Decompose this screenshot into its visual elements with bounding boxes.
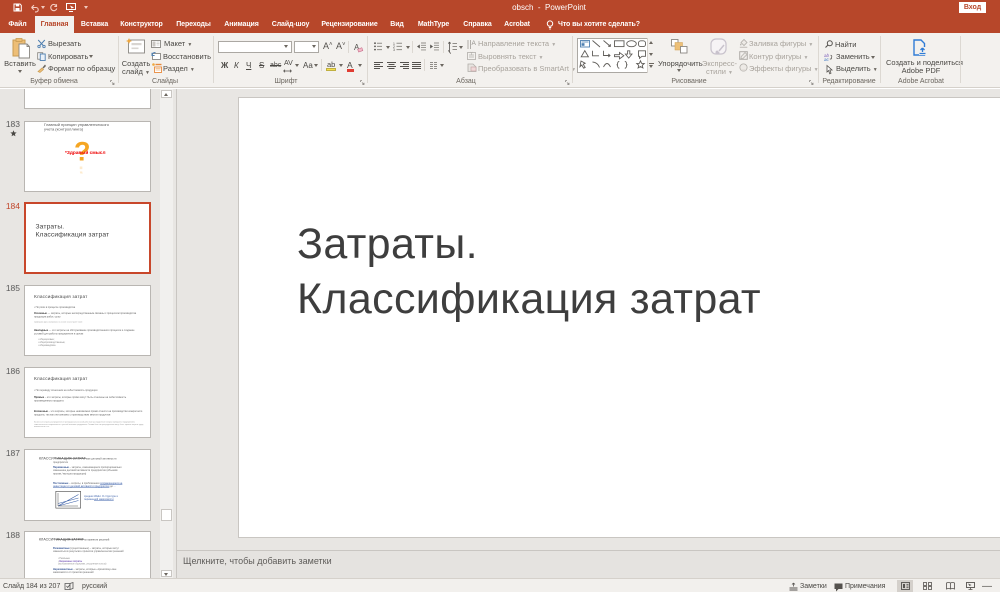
svg-text:ac: ac bbox=[824, 57, 830, 62]
svg-text:А: А bbox=[472, 40, 477, 47]
svg-text:3: 3 bbox=[393, 48, 395, 52]
